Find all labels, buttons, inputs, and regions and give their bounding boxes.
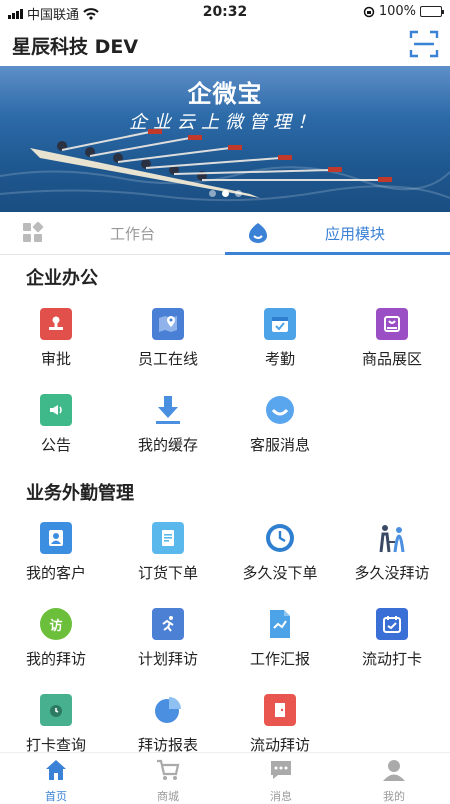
- section-title-office: 企业办公: [26, 268, 98, 289]
- banner-carousel[interactable]: 企微宝 企业云上微管理！: [0, 66, 450, 212]
- tabbar-item-messages[interactable]: 消息: [225, 753, 337, 803]
- tab-workbench-label: 工作台: [110, 224, 156, 243]
- tab-active-indicator: [225, 252, 450, 255]
- grid-item-place-order[interactable]: 订货下单: [112, 522, 224, 583]
- runner-icon: [152, 608, 184, 640]
- customer-icon: [40, 522, 72, 554]
- grid-item-label: 订货下单: [137, 564, 198, 582]
- grid-item-label: 多久没拜访: [354, 564, 430, 582]
- grid-item-work-report[interactable]: 工作汇报: [224, 608, 336, 669]
- title-bar: 星辰科技 DEV: [0, 24, 450, 66]
- page-title: 星辰科技 DEV: [12, 36, 139, 58]
- calendar-check-icon: [264, 308, 296, 340]
- tabbar-label: 我的: [383, 790, 405, 803]
- status-bar: 中国联通 20:32 100%: [0, 0, 450, 24]
- clock-calendar-icon: [40, 694, 72, 726]
- grid-item-label: 审批: [40, 350, 71, 368]
- tabbar-item-profile[interactable]: 我的: [338, 753, 450, 803]
- tabbar-label: 消息: [270, 790, 292, 803]
- grid-item-label: 客服消息: [249, 436, 310, 454]
- megaphone-icon: [40, 394, 72, 426]
- grid-item-label: 我的客户: [25, 564, 86, 582]
- pie-chart-icon: [152, 694, 184, 726]
- grid-item-label: 计划拜访: [137, 650, 198, 668]
- home-icon: [46, 760, 66, 780]
- grid-item-mobile-visit[interactable]: 流动拜访: [224, 694, 336, 755]
- download-icon: [152, 394, 184, 426]
- carousel-indicator: [0, 190, 450, 197]
- message-icon: [271, 761, 291, 779]
- grid-item-label: 商品展区: [361, 350, 422, 368]
- smile-cloud-icon: [249, 223, 267, 243]
- scan-icon[interactable]: [408, 28, 440, 60]
- door-icon: [264, 694, 296, 726]
- bottom-tab-bar: 首页 商城 消息 我的: [0, 752, 450, 803]
- chat-smile-icon: [264, 394, 296, 426]
- report-icon: [264, 608, 296, 640]
- grid-item-label: 公告: [40, 436, 71, 454]
- grid-item-label: 考勤: [264, 350, 295, 368]
- module-tabs: 工作台 应用模块: [0, 212, 450, 255]
- grid-item-my-customers[interactable]: 我的客户: [0, 522, 112, 583]
- grid-item-my-cache[interactable]: 我的缓存: [112, 394, 224, 455]
- grid-item-visit-report[interactable]: 拜访报表: [112, 694, 224, 755]
- tab-app-modules[interactable]: 应用模块: [225, 212, 450, 255]
- lock-rotation-icon: [363, 6, 375, 17]
- clock-icon: [264, 522, 296, 554]
- tabbar-label: 商城: [157, 790, 179, 803]
- grid-item-mobile-checkin[interactable]: 流动打卡: [336, 608, 448, 669]
- tab-workbench[interactable]: 工作台: [0, 212, 225, 254]
- grid-item-no-order-duration[interactable]: 多久没下单: [224, 522, 336, 583]
- grid-item-no-visit-duration[interactable]: 多久没拜访: [336, 522, 448, 583]
- tabbar-item-mall[interactable]: 商城: [112, 753, 224, 803]
- battery-percent: 100%: [378, 4, 416, 19]
- visit-badge-icon: 访: [40, 608, 72, 640]
- tabbar-label: 首页: [45, 790, 67, 803]
- grid-item-planned-visits[interactable]: 计划拜访: [112, 608, 224, 669]
- calendar-check-icon: [376, 608, 408, 640]
- grid-item-service-messages[interactable]: 客服消息: [224, 394, 336, 455]
- stamp-icon: [40, 308, 72, 340]
- grid-item-label: 我的拜访: [25, 650, 86, 668]
- map-icon: [152, 308, 184, 340]
- grid-item-my-visits[interactable]: 访 我的拜访: [0, 608, 112, 669]
- grid-item-checkin-query[interactable]: 打卡查询: [0, 694, 112, 755]
- grid-item-attendance[interactable]: 考勤: [224, 308, 336, 369]
- banner-logo: 企微宝: [187, 80, 263, 108]
- visitors-icon: [376, 522, 408, 554]
- grid-item-label: 流动打卡: [361, 650, 422, 668]
- grid-item-label: 员工在线: [137, 350, 198, 368]
- user-icon: [383, 760, 405, 781]
- grid-item-staff-online[interactable]: 员工在线: [112, 308, 224, 369]
- order-icon: [152, 522, 184, 554]
- grid-apps-icon: [23, 222, 44, 242]
- grid-item-approval[interactable]: 审批: [0, 308, 112, 369]
- grid-item-notice[interactable]: 公告: [0, 394, 112, 455]
- grid-item-label: 工作汇报: [249, 650, 310, 668]
- tab-app-modules-label: 应用模块: [325, 224, 386, 243]
- grid-item-label: 多久没下单: [242, 564, 318, 582]
- grid-item-label: 我的缓存: [137, 436, 198, 454]
- cart-icon: [157, 759, 180, 780]
- tabbar-item-home[interactable]: 首页: [0, 753, 112, 803]
- shopping-bag-icon: [376, 308, 408, 340]
- section-title-field-management: 业务外勤管理: [26, 483, 134, 504]
- banner-slogan: 企业云上微管理！: [129, 112, 321, 133]
- battery-icon: [420, 6, 444, 17]
- grid-item-products[interactable]: 商品展区: [336, 308, 448, 369]
